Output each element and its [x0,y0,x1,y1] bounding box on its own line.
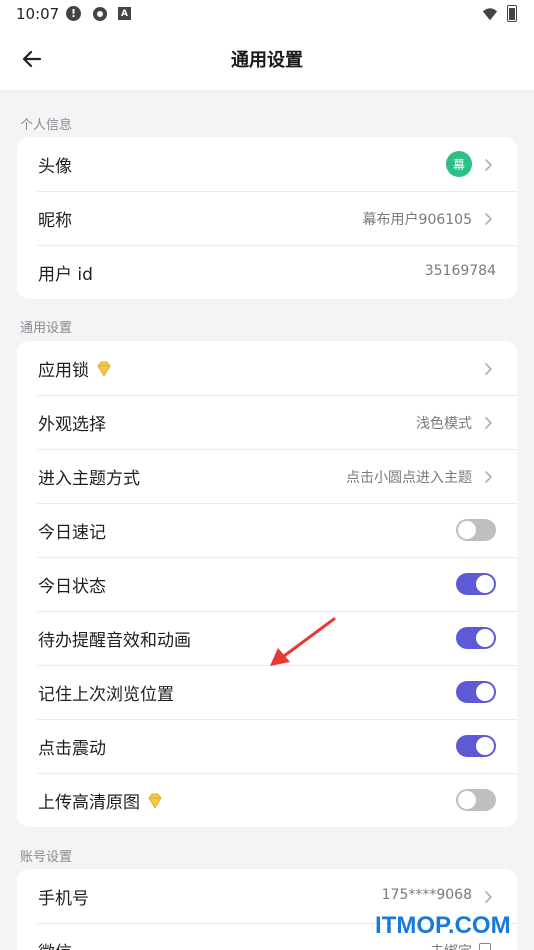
watermark-text: ITMOP.COM [375,912,511,939]
settings-row-upload-hd: 上传高清原图 [17,773,517,827]
row-label-text: 微信 [38,938,72,950]
toggle-switch[interactable] [456,573,496,595]
row-label: 点击震动 [38,734,106,759]
settings-row-appearance[interactable]: 外观选择 浅色模式 [17,395,517,449]
toggle-knob [476,629,494,647]
toggle-knob [476,575,494,593]
toggle-switch[interactable] [456,519,496,541]
toggle-knob [458,791,476,809]
gear-icon [92,6,108,22]
row-label: 今日速记 [38,518,106,543]
premium-diamond-icon [146,792,164,810]
row-label-text: 头像 [38,157,72,177]
battery-icon [507,5,517,22]
row-label: 应用锁 [38,356,113,381]
row-label-text: 今日状态 [38,577,106,597]
chevron-right-icon[interactable] [481,415,495,429]
avatar[interactable]: 幕 [446,151,472,177]
row-label: 记住上次浏览位置 [38,680,174,705]
section-label: 个人信息 [20,118,73,133]
settings-row-daily-status: 今日状态 [17,557,517,611]
row-label: 进入主题方式 [38,464,140,489]
status-bar: 10:07 ! A [0,0,534,28]
status-time: 10:07 [16,5,60,23]
row-label-text: 记住上次浏览位置 [38,685,174,705]
row-label-text: 手机号 [38,889,89,909]
page-title: 通用设置 [231,50,303,71]
settings-card: 应用锁外观选择 浅色模式进入主题方式 点击小圆点进入主题今日速记今日状态待办提醒音效… [17,341,517,827]
row-label-text: 上传高清原图 [38,793,140,813]
toggle-switch[interactable] [456,627,496,649]
row-label: 微信 [38,938,72,950]
row-label-text: 今日速记 [38,523,106,543]
row-label: 用户 id [38,260,93,285]
row-value: 浅色模式 [416,416,472,432]
section-label: 账号设置 [20,850,73,865]
chevron-right-icon[interactable] [481,361,495,375]
chevron-right-icon[interactable] [481,211,495,225]
row-label-text: 进入主题方式 [38,469,140,489]
row-label-text: 昵称 [38,211,72,231]
settings-row-tap-vibration: 点击震动 [17,719,517,773]
chevron-right-icon[interactable] [481,889,495,903]
row-label: 今日状态 [38,572,106,597]
toggle-knob [458,521,476,539]
chevron-right-icon[interactable] [481,469,495,483]
row-label: 头像 [38,152,72,177]
row-label-text: 用户 id [38,265,93,285]
settings-row-app-lock[interactable]: 应用锁 [17,341,517,395]
row-label-text: 点击震动 [38,739,106,759]
settings-card: 头像 幕昵称 幕布用户906105 用户 id 35169784 [17,137,517,299]
toggle-switch[interactable] [456,735,496,757]
alert-icon: ! [66,6,81,21]
row-value: 175****9068 [381,887,472,903]
settings-row-user-id: 用户 id 35169784 [17,245,517,299]
row-label: 昵称 [38,206,72,231]
a-icon: A [118,7,131,20]
toggle-switch[interactable] [456,789,496,811]
settings-row-nickname[interactable]: 昵称 幕布用户906105 [17,191,517,245]
settings-row-theme-entry[interactable]: 进入主题方式 点击小圆点进入主题 [17,449,517,503]
settings-row-avatar[interactable]: 头像 幕 [17,137,517,191]
checkbox[interactable] [479,943,491,950]
toggle-knob [476,683,494,701]
section-label: 通用设置 [20,321,73,336]
toggle-switch[interactable] [456,681,496,703]
chevron-right-icon[interactable] [481,157,495,171]
row-value: 幕布用户906105 [362,212,472,228]
wifi-icon [482,6,498,22]
row-label: 外观选择 [38,410,106,435]
annotation-arrow-icon [270,617,336,666]
row-value: 35169784 [424,263,496,279]
row-value: 点击小圆点进入主题 [346,470,472,486]
row-value: 未绑定 [430,941,472,950]
premium-diamond-icon [95,360,113,378]
row-label-text: 应用锁 [38,361,89,381]
row-label: 待办提醒音效和动画 [38,626,191,651]
row-label-text: 待办提醒音效和动画 [38,631,191,651]
row-label: 手机号 [38,884,89,909]
top-nav-bar: 通用设置 [0,28,534,91]
row-label: 上传高清原图 [38,788,164,813]
settings-row-daily-notes: 今日速记 [17,503,517,557]
toggle-knob [476,737,494,755]
row-label-text: 外观选择 [38,415,106,435]
